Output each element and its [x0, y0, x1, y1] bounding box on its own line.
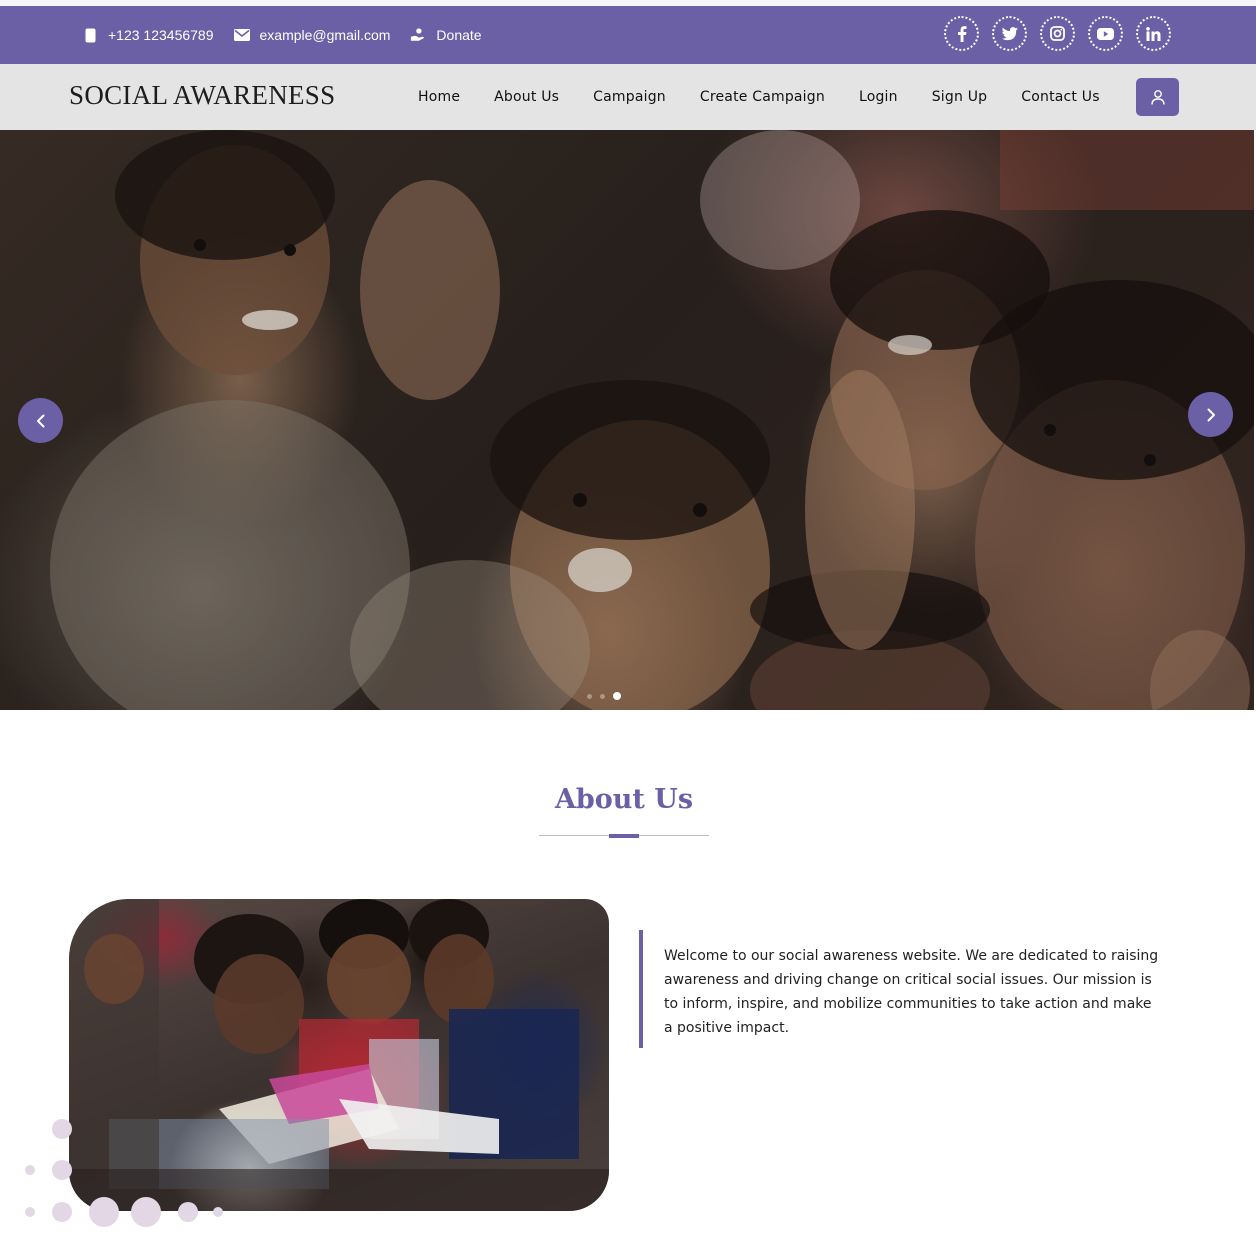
- donate-text: Donate: [436, 27, 482, 43]
- carousel-prev-button[interactable]: [18, 398, 63, 443]
- hero-carousel: [0, 130, 1254, 710]
- facebook-icon: [957, 25, 966, 42]
- nav-home[interactable]: Home: [418, 89, 460, 105]
- carousel-dot-2[interactable]: [600, 693, 605, 699]
- youtube-icon: [1097, 27, 1114, 40]
- carousel-indicators: [587, 692, 621, 700]
- user-icon: [1150, 89, 1165, 105]
- about-section-title: About Us: [554, 784, 694, 815]
- nav-contact-us[interactable]: Contact Us: [1021, 89, 1099, 105]
- facebook-link[interactable]: [944, 16, 979, 51]
- carousel-dot-3[interactable]: [613, 692, 621, 700]
- envelope-icon: [233, 27, 250, 43]
- nav-menu: Home About Us Campaign Create Campaign L…: [418, 64, 1100, 130]
- decorative-dots: [25, 1119, 223, 1227]
- about-description: Welcome to our social awareness website.…: [664, 948, 1159, 1036]
- user-account-button[interactable]: [1136, 78, 1179, 116]
- nav-campaign[interactable]: Campaign: [593, 89, 666, 105]
- mobile-phone-icon: [82, 27, 98, 43]
- social-links: [944, 16, 1171, 51]
- title-underline-accent: [609, 834, 639, 838]
- nav-login[interactable]: Login: [859, 89, 898, 105]
- phone-text: +123 123456789: [108, 27, 214, 43]
- hero-photo-children: [0, 130, 1254, 710]
- linkedin-icon: [1146, 26, 1161, 41]
- nav-sign-up[interactable]: Sign Up: [932, 89, 988, 105]
- about-description-block: Welcome to our social awareness website.…: [639, 930, 1159, 1048]
- nav-about-us[interactable]: About Us: [494, 89, 559, 105]
- chevron-right-icon: [1207, 408, 1215, 421]
- donate-hand-icon: [410, 27, 426, 43]
- carousel-dot-1[interactable]: [587, 693, 592, 699]
- instagram-icon: [1050, 26, 1065, 41]
- brand-logo[interactable]: SOCIAL AWARENESS: [69, 80, 335, 111]
- email-text: example@gmail.com: [259, 27, 391, 43]
- youtube-link[interactable]: [1088, 16, 1123, 51]
- donate-link[interactable]: Donate: [410, 27, 482, 43]
- main-navbar: SOCIAL AWARENESS Home About Us Campaign …: [0, 64, 1256, 130]
- linkedin-link[interactable]: [1136, 16, 1171, 51]
- carousel-next-button[interactable]: [1188, 392, 1233, 437]
- instagram-link[interactable]: [1040, 16, 1075, 51]
- chevron-left-icon: [36, 414, 44, 427]
- twitter-icon: [1001, 26, 1018, 40]
- nav-create-campaign[interactable]: Create Campaign: [700, 89, 825, 105]
- email-link[interactable]: example@gmail.com: [233, 27, 391, 43]
- page: +123 123456789 example@gmail.com Donate: [0, 0, 1256, 1237]
- top-contact-bar: +123 123456789 example@gmail.com Donate: [0, 6, 1256, 64]
- twitter-link[interactable]: [992, 16, 1027, 51]
- contact-info: +123 123456789 example@gmail.com Donate: [82, 6, 482, 64]
- phone-link[interactable]: +123 123456789: [82, 27, 214, 43]
